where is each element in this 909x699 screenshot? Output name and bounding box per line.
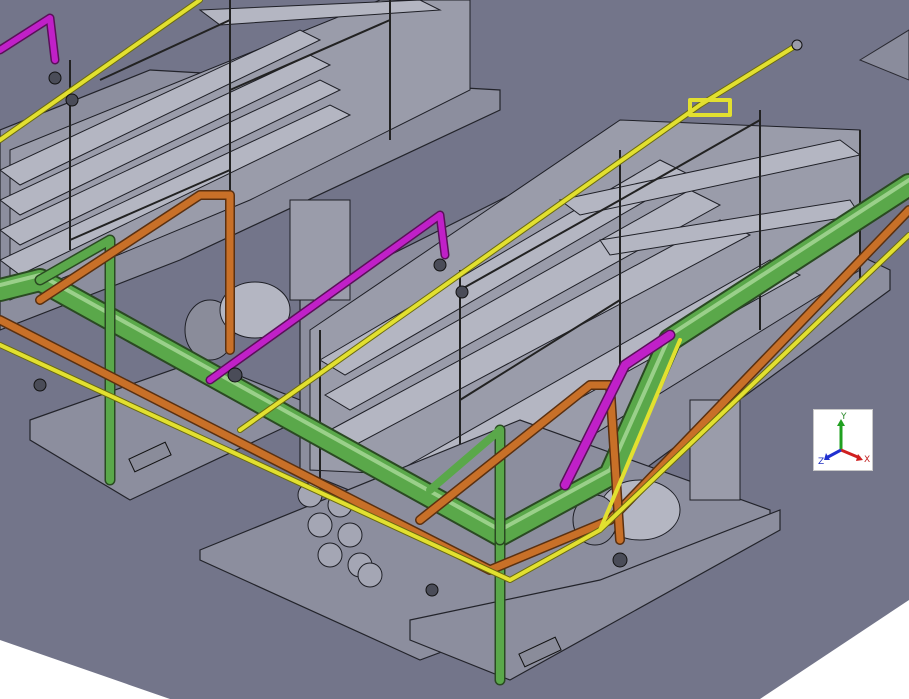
triad-label-z: Z xyxy=(818,457,825,467)
z-axis-arrow xyxy=(827,448,842,459)
cad-3d-viewport[interactable]: Y X Z xyxy=(0,0,909,699)
x-axis-arrowhead xyxy=(856,454,863,461)
triad-label-y: Y xyxy=(841,412,847,422)
model-render[interactable] xyxy=(0,0,909,699)
triad-label-x: X xyxy=(864,455,871,465)
x-axis-arrow xyxy=(840,448,861,460)
view-orientation-triad[interactable]: Y X Z xyxy=(813,409,873,471)
